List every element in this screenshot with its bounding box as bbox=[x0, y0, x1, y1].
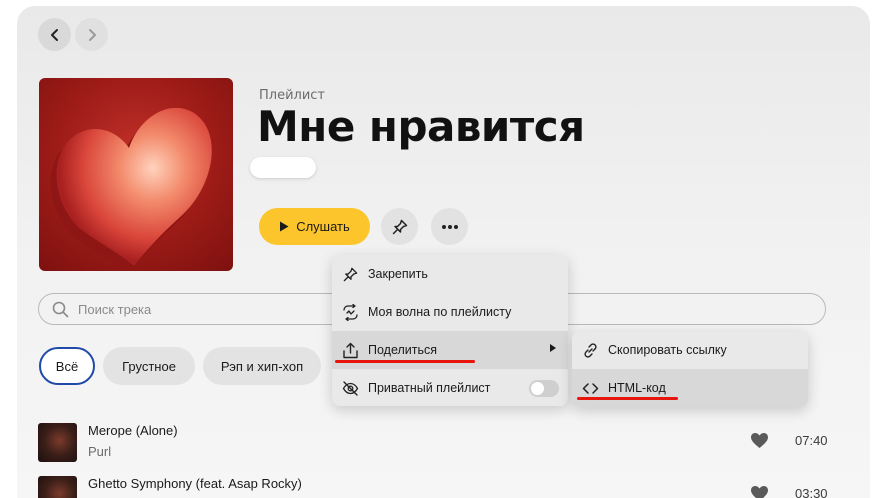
more-dots-icon bbox=[441, 224, 458, 229]
playlist-cover bbox=[39, 78, 233, 271]
heart-icon[interactable] bbox=[750, 432, 769, 449]
search-icon bbox=[52, 301, 69, 317]
play-button-label: Слушать bbox=[296, 219, 350, 234]
chevron-left-icon bbox=[50, 28, 58, 41]
menu-item-label: HTML-код bbox=[608, 381, 666, 395]
chevron-right-icon bbox=[88, 28, 96, 41]
page-title: Мне нравится bbox=[257, 102, 585, 151]
forward-button[interactable] bbox=[75, 18, 108, 51]
pin-icon bbox=[392, 219, 407, 234]
track-row[interactable]: Merope (Alone) Purl 07:40 bbox=[38, 423, 838, 465]
track-cover bbox=[38, 476, 77, 498]
menu-item-pin[interactable]: Закрепить bbox=[332, 255, 568, 293]
track-title: Ghetto Symphony (feat. Asap Rocky) bbox=[88, 476, 302, 491]
link-icon bbox=[582, 342, 599, 359]
menu-item-private[interactable]: Приватный плейлист bbox=[332, 369, 568, 406]
share-icon bbox=[342, 342, 359, 359]
share-submenu: Скопировать ссылку HTML-код bbox=[572, 331, 808, 407]
search-placeholder: Поиск трека bbox=[78, 301, 152, 317]
back-button[interactable] bbox=[38, 18, 71, 51]
submenu-item-html-code[interactable]: HTML-код bbox=[572, 369, 808, 407]
submenu-item-copy-link[interactable]: Скопировать ссылку bbox=[572, 331, 808, 369]
track-row[interactable]: Ghetto Symphony (feat. Asap Rocky) 03:30 bbox=[38, 476, 838, 498]
annotation-underline-html-code bbox=[577, 397, 678, 400]
playlist-kind-label: Плейлист bbox=[259, 88, 326, 103]
menu-item-share[interactable]: Поделиться bbox=[332, 331, 568, 369]
heart-icon[interactable] bbox=[750, 485, 769, 498]
menu-item-label: Приватный плейлист bbox=[368, 381, 491, 395]
track-cover bbox=[38, 423, 77, 462]
eye-off-icon bbox=[342, 380, 359, 397]
filter-chip-all[interactable]: Всё bbox=[39, 347, 95, 385]
owner-pill[interactable] bbox=[250, 157, 316, 178]
filter-chip-rap[interactable]: Рэп и хип-хоп bbox=[203, 347, 321, 385]
annotation-underline-share bbox=[335, 360, 475, 363]
menu-item-my-wave[interactable]: Моя волна по плейлисту bbox=[332, 293, 568, 331]
track-title: Merope (Alone) bbox=[88, 423, 178, 438]
pin-button[interactable] bbox=[381, 208, 418, 245]
track-artist[interactable]: Purl bbox=[88, 444, 111, 459]
app-window: Плейлист Мне нравится Слушать Поиск трек… bbox=[17, 6, 870, 498]
heart-cover-art bbox=[50, 107, 212, 271]
play-icon bbox=[280, 221, 289, 232]
track-duration: 07:40 bbox=[795, 433, 828, 448]
context-menu: Закрепить Моя волна по плейлисту Поделит… bbox=[332, 255, 568, 406]
filter-chip-sad[interactable]: Грустное bbox=[103, 347, 195, 385]
wave-icon bbox=[342, 303, 359, 321]
menu-item-label: Моя волна по плейлисту bbox=[368, 305, 512, 319]
menu-item-label: Закрепить bbox=[368, 267, 428, 281]
menu-item-label: Скопировать ссылку bbox=[608, 343, 727, 357]
pin-icon bbox=[342, 266, 359, 283]
track-duration: 03:30 bbox=[795, 486, 828, 498]
play-button[interactable]: Слушать bbox=[259, 208, 370, 245]
code-icon bbox=[582, 380, 599, 397]
more-button[interactable] bbox=[431, 208, 468, 245]
menu-item-label: Поделиться bbox=[368, 343, 438, 357]
private-toggle[interactable] bbox=[529, 380, 559, 397]
submenu-arrow-icon bbox=[550, 344, 556, 352]
